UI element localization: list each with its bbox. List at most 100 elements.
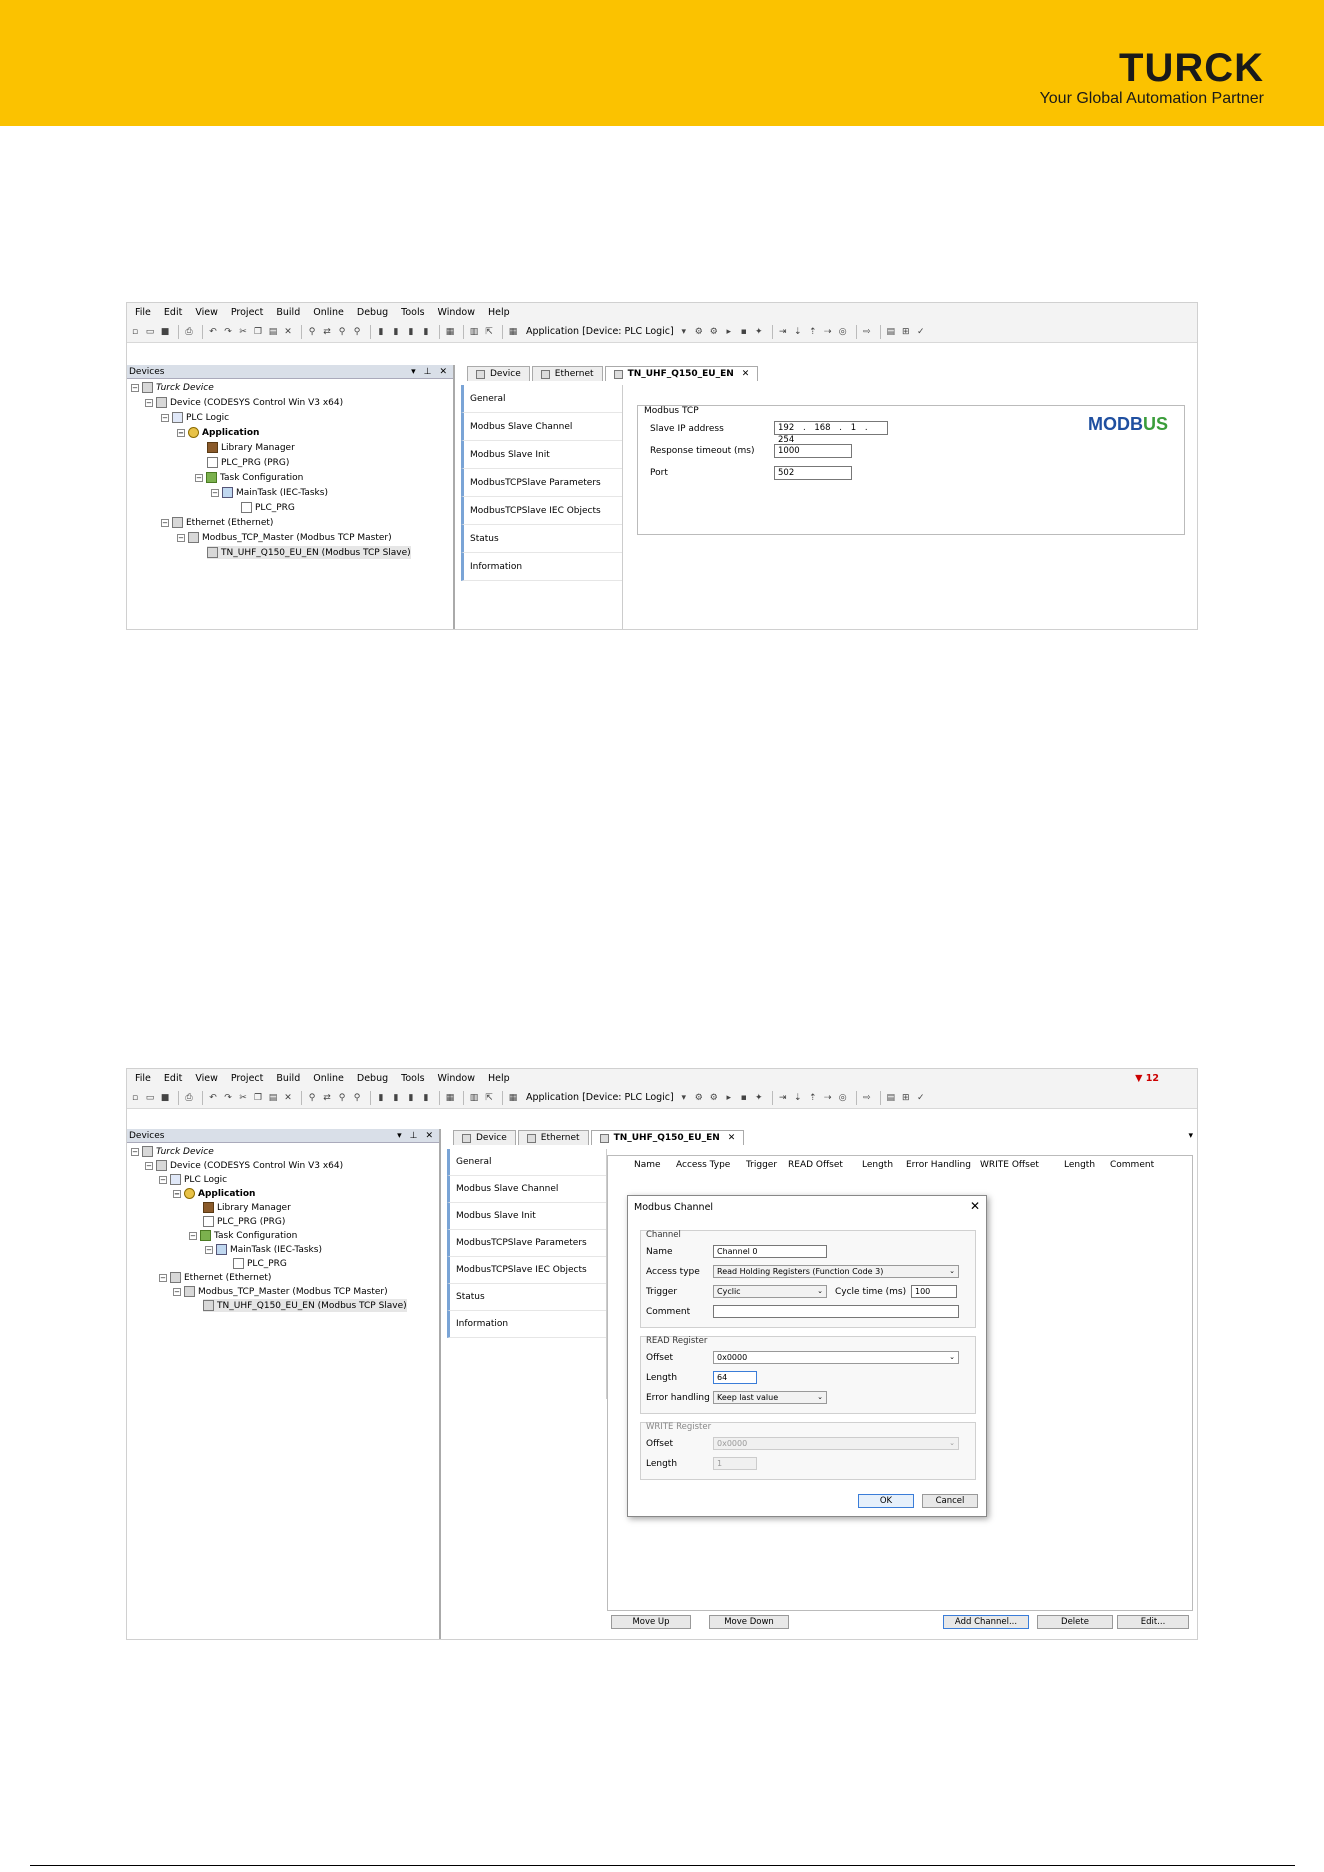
error-handling-select[interactable]: Keep last value ⌄ [713,1391,827,1404]
arrow-right-icon[interactable]: ⇨ [861,326,873,338]
delete-icon[interactable]: ✕ [282,1092,294,1104]
replace-icon[interactable]: ⇄ [321,326,333,338]
col-write-offset[interactable]: WRITE Offset [980,1160,1039,1170]
bookmark-icon[interactable]: ▮ [375,326,387,338]
close-icon[interactable]: ✕ [728,1133,736,1143]
collapse-icon[interactable]: − [161,518,169,527]
collapse-icon[interactable]: − [177,533,185,542]
col-read-offset[interactable]: READ Offset [788,1160,843,1170]
cart-icon[interactable]: ⊞ [900,1092,912,1104]
tab-slave[interactable]: TN_UHF_Q150_EU_EN ✕ [604,366,759,381]
menu-build[interactable]: Build [276,307,300,318]
nav-general[interactable]: General [461,385,622,413]
check-icon[interactable]: ✓ [915,326,927,338]
read-offset-select[interactable]: 0x0000 ⌄ [713,1351,959,1364]
new-file-icon[interactable]: ▫ [129,1092,141,1104]
run-icon[interactable]: ▸ [723,1092,735,1104]
run-icon[interactable]: ▸ [723,326,735,338]
pin-icon[interactable]: ⊥ [424,367,432,377]
print-icon[interactable]: ⎙ [183,1092,195,1104]
tree-node-selected[interactable]: TN_UHF_Q150_EU_EN (Modbus TCP Slave) [207,546,411,559]
close-icon[interactable]: ✕ [970,1199,980,1213]
open-folder-icon[interactable]: ▭ [144,1092,156,1104]
run-to-cursor-icon[interactable]: ⇢ [822,1092,834,1104]
step-into-icon[interactable]: ⇣ [792,326,804,338]
replace-icon[interactable]: ⇄ [321,1092,333,1104]
col-trigger[interactable]: Trigger [746,1160,777,1170]
stop-icon[interactable]: ▪ [738,1092,750,1104]
collapse-icon[interactable]: − [161,413,169,422]
col-name[interactable]: Name [634,1160,661,1170]
tree-node[interactable]: PLC_PRG [241,501,295,514]
redo-icon[interactable]: ↷ [222,326,234,338]
menu-debug[interactable]: Debug [357,1073,388,1084]
collapse-icon[interactable]: − [173,1189,181,1198]
close-icon[interactable]: ✕ [742,369,750,379]
tab-ethernet[interactable]: Ethernet [531,366,603,381]
close-icon[interactable]: ✕ [425,1131,433,1141]
tab-slave[interactable]: TN_UHF_Q150_EU_EN ✕ [590,1130,745,1145]
export-icon[interactable]: ⇱ [483,326,495,338]
chevron-down-icon[interactable]: ▾ [397,1131,402,1141]
access-type-select[interactable]: Read Holding Registers (Function Code 3)… [713,1265,959,1278]
slave-ip-field[interactable]: 192 . 168 . 1 . 254 [774,421,888,445]
nav-modbustcpslave-parameters[interactable]: ModbusTCPSlave Parameters [461,469,622,497]
response-timeout-field[interactable]: 1000 [774,444,852,458]
find-icon[interactable]: ⚲ [306,1092,318,1104]
tree-node[interactable]: − Device (CODESYS Control Win V3 x64) [145,396,343,409]
breakpoint-icon[interactable]: ◎ [837,1092,849,1104]
redo-icon[interactable]: ↷ [222,1092,234,1104]
tree-node-selected[interactable]: TN_UHF_Q150_EU_EN (Modbus TCP Slave) [203,1299,407,1312]
menu-view[interactable]: View [195,307,218,318]
tree-node[interactable]: Library Manager [207,441,295,454]
trigger-select[interactable]: Cyclic ⌄ [713,1285,827,1298]
device-icon[interactable]: ▥ [468,1092,480,1104]
move-up-button[interactable]: Move Up [611,1615,691,1629]
bookmark-prev-icon[interactable]: ▮ [405,1092,417,1104]
bookmark-prev-icon[interactable]: ▮ [405,326,417,338]
tree-node[interactable]: − Application [173,1187,255,1200]
tree-node[interactable]: PLC_PRG (PRG) [203,1215,285,1228]
nav-information[interactable]: Information [461,553,622,581]
collapse-icon[interactable]: − [173,1287,181,1296]
chevron-down-icon[interactable]: ▾ [678,1092,690,1104]
menu-build[interactable]: Build [276,1073,300,1084]
bookmark-clear-icon[interactable]: ▮ [420,326,432,338]
paste-icon[interactable]: ▤ [267,1092,279,1104]
menu-window[interactable]: Window [438,1073,475,1084]
calendar-icon[interactable]: ▦ [507,326,519,338]
collapse-icon[interactable]: − [145,398,153,407]
copy-icon[interactable]: ❐ [252,1092,264,1104]
tree-node[interactable]: − MainTask (IEC-Tasks) [205,1243,322,1256]
menu-online[interactable]: Online [313,307,344,318]
collapse-icon[interactable]: − [189,1231,197,1240]
tree-node[interactable]: PLC_PRG [233,1257,287,1270]
cut-icon[interactable]: ✂ [237,326,249,338]
collapse-icon[interactable]: − [177,428,185,437]
save-icon[interactable]: ■ [159,326,171,338]
bookmark-next-icon[interactable]: ▮ [390,326,402,338]
delete-button[interactable]: Delete [1037,1615,1113,1629]
tab-ethernet[interactable]: Ethernet [517,1130,589,1145]
breakpoint-icon[interactable]: ◎ [837,326,849,338]
cancel-button[interactable]: Cancel [922,1494,978,1508]
tree-node[interactable]: − Modbus_TCP_Master (Modbus TCP Master) [177,531,392,544]
chevron-down-icon[interactable]: ▾ [678,326,690,338]
edit-button[interactable]: Edit... [1117,1615,1189,1629]
step-into-icon[interactable]: ⇣ [792,1092,804,1104]
nav-modbustcpslave-parameters[interactable]: ModbusTCPSlave Parameters [447,1230,606,1257]
menu-tools[interactable]: Tools [401,1073,424,1084]
collapse-icon[interactable]: − [205,1245,213,1254]
paste-icon[interactable]: ▤ [267,326,279,338]
logout-icon[interactable]: ⚙ [708,1092,720,1104]
delete-icon[interactable]: ✕ [282,326,294,338]
tree-node[interactable]: − Task Configuration [189,1229,297,1242]
nav-modbus-slave-channel[interactable]: Modbus Slave Channel [447,1176,606,1203]
login-icon[interactable]: ⚙ [693,326,705,338]
find-prev-icon[interactable]: ⚲ [351,326,363,338]
nav-modbustcpslave-iec-objects[interactable]: ModbusTCPSlave IEC Objects [461,497,622,525]
step-out-icon[interactable]: ⇡ [807,326,819,338]
reset-icon[interactable]: ✦ [753,326,765,338]
tree-node[interactable]: PLC_PRG (PRG) [207,456,289,469]
col-access-type[interactable]: Access Type [676,1160,730,1170]
